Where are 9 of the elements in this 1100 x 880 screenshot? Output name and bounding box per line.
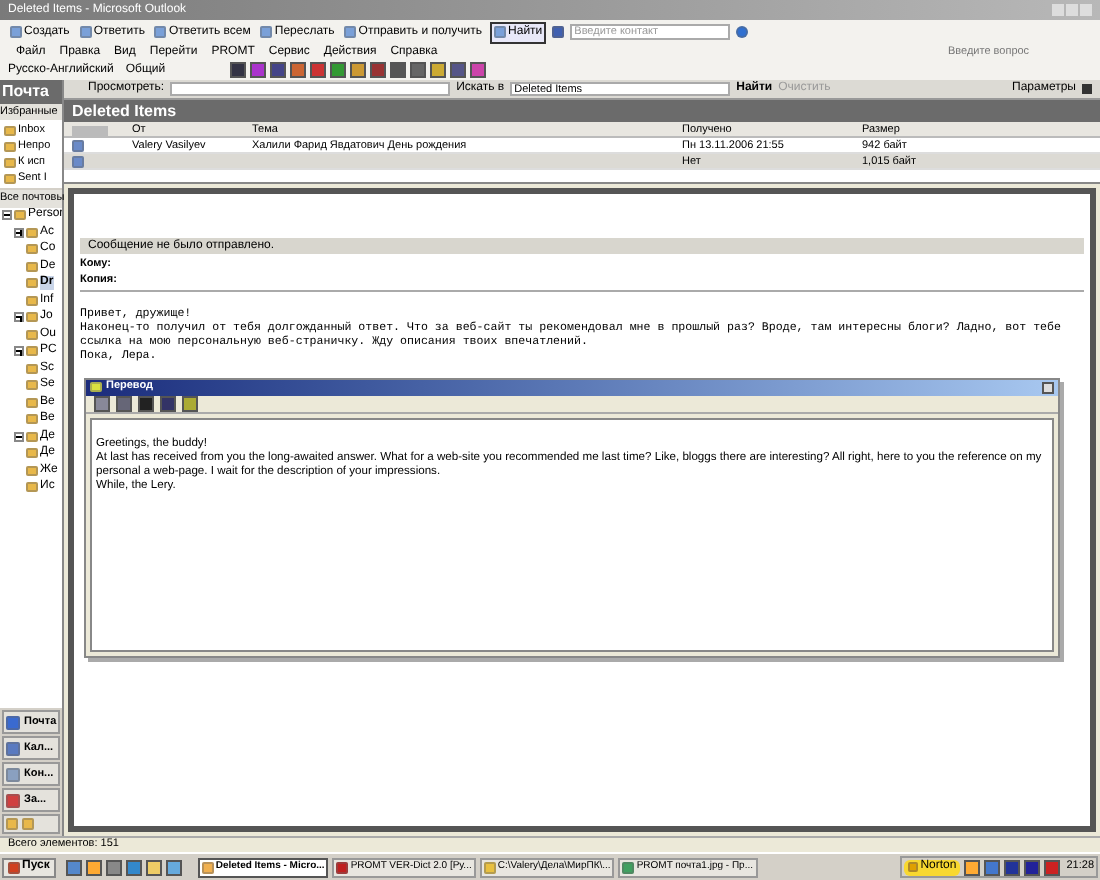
expand-icon[interactable] <box>14 227 24 238</box>
collapse-icon[interactable] <box>14 431 24 442</box>
pane-title: Почта <box>0 80 62 104</box>
search-field[interactable] <box>170 82 451 96</box>
folder-title: Deleted Items <box>72 99 177 123</box>
expand-icon[interactable] <box>14 312 24 323</box>
expand-icon[interactable] <box>14 346 24 357</box>
collapse-icon[interactable] <box>2 210 12 221</box>
close-button[interactable] <box>1042 381 1054 393</box>
